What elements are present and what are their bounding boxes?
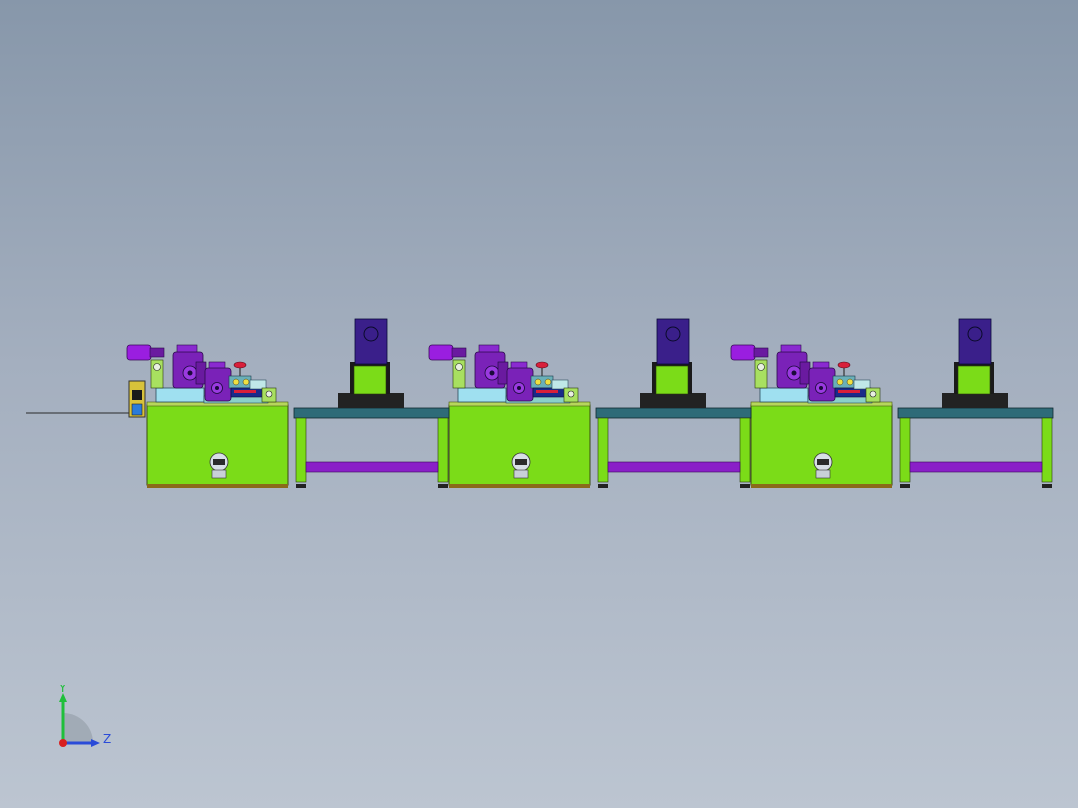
station-3[interactable] xyxy=(730,344,893,488)
conveyor-crossbar xyxy=(607,461,741,473)
conveyor-leg xyxy=(295,417,307,483)
capstan-green-panel xyxy=(957,365,991,395)
station-2[interactable] xyxy=(428,344,591,488)
bracket-bolt xyxy=(153,363,161,371)
conveyor-foot xyxy=(740,484,750,488)
gearbox-shaft xyxy=(187,370,193,376)
motor-coupling xyxy=(753,347,769,358)
conveyor-foot xyxy=(598,484,608,488)
station-1[interactable] xyxy=(126,344,289,488)
conveyor-2[interactable] xyxy=(595,318,752,488)
adjuster-knob xyxy=(544,378,552,386)
cutter-strip xyxy=(838,390,860,393)
access-port xyxy=(815,469,831,479)
caution-label-mark xyxy=(213,459,225,465)
access-port xyxy=(211,469,227,479)
bracket-bolt xyxy=(455,363,463,371)
capstan-green-panel xyxy=(655,365,689,395)
guide-block xyxy=(249,379,267,390)
adjuster-knob xyxy=(534,378,542,386)
axis-triad[interactable]: Y Z xyxy=(50,685,120,755)
tooling-block xyxy=(155,387,205,403)
station-base-strip xyxy=(449,484,590,488)
capstan-base xyxy=(338,393,404,408)
conveyor-leg xyxy=(437,417,449,483)
gearbox-side-housing xyxy=(195,361,207,385)
motor-coupling xyxy=(451,347,467,358)
guide-block xyxy=(853,379,871,390)
station-base-strip xyxy=(751,484,892,488)
conveyor-leg xyxy=(899,417,911,483)
drive-motor xyxy=(126,344,152,361)
conveyor-1[interactable] xyxy=(293,318,450,488)
capstan-base xyxy=(942,393,1008,408)
gearbox-side-housing xyxy=(497,361,509,385)
end-bracket-bolt xyxy=(869,390,877,398)
conveyor-crossbar xyxy=(305,461,439,473)
tooling-block xyxy=(759,387,809,403)
x-axis-origin-dot xyxy=(59,739,67,747)
conveyor-tables xyxy=(293,318,1054,488)
cutter-strip xyxy=(234,390,256,393)
motor-coupling xyxy=(149,347,165,358)
conveyor-tabletop xyxy=(595,407,752,419)
caution-label-mark xyxy=(817,459,829,465)
adjuster-knob xyxy=(232,378,240,386)
conveyor-crossbar xyxy=(909,461,1043,473)
guide-block xyxy=(551,379,569,390)
bracket-bolt xyxy=(757,363,765,371)
drive-motor xyxy=(428,344,454,361)
gearbox-2-shaft xyxy=(517,386,521,390)
drive-motor xyxy=(730,344,756,361)
access-port xyxy=(513,469,529,479)
conveyor-foot xyxy=(1042,484,1052,488)
gearbox-side-housing xyxy=(799,361,811,385)
conveyor-leg xyxy=(739,417,751,483)
conveyor-tabletop xyxy=(897,407,1054,419)
end-bracket-bolt xyxy=(265,390,273,398)
conveyor-foot xyxy=(296,484,306,488)
handwheel xyxy=(233,361,247,369)
z-axis-arrowhead xyxy=(91,739,100,747)
adjuster-knob xyxy=(836,378,844,386)
graphics-viewport[interactable]: Y Z xyxy=(0,0,1078,808)
handwheel xyxy=(837,361,851,369)
y-axis-label: Y xyxy=(58,685,67,695)
processing-stations xyxy=(126,344,893,488)
assembly-model[interactable] xyxy=(0,0,1078,808)
station-base-strip xyxy=(147,484,288,488)
conveyor-leg xyxy=(597,417,609,483)
infeed-feeder[interactable] xyxy=(128,380,146,418)
conveyor-tabletop xyxy=(293,407,450,419)
gearbox-2-shaft xyxy=(215,386,219,390)
tooling-block xyxy=(457,387,507,403)
gearbox-shaft xyxy=(791,370,797,376)
capstan-base xyxy=(640,393,706,408)
z-axis-label: Z xyxy=(103,732,111,746)
caution-label-mark xyxy=(515,459,527,465)
gearbox-shaft xyxy=(489,370,495,376)
conveyor-leg xyxy=(1041,417,1053,483)
adjuster-knob xyxy=(242,378,250,386)
conveyor-foot xyxy=(438,484,448,488)
capstan-green-panel xyxy=(353,365,387,395)
gearbox-2-shaft xyxy=(819,386,823,390)
conveyor-foot xyxy=(900,484,910,488)
adjuster-knob xyxy=(846,378,854,386)
conveyor-3[interactable] xyxy=(897,318,1054,488)
end-bracket-bolt xyxy=(567,390,575,398)
cutter-strip xyxy=(536,390,558,393)
handwheel xyxy=(535,361,549,369)
triad-plane-shading xyxy=(63,713,93,743)
